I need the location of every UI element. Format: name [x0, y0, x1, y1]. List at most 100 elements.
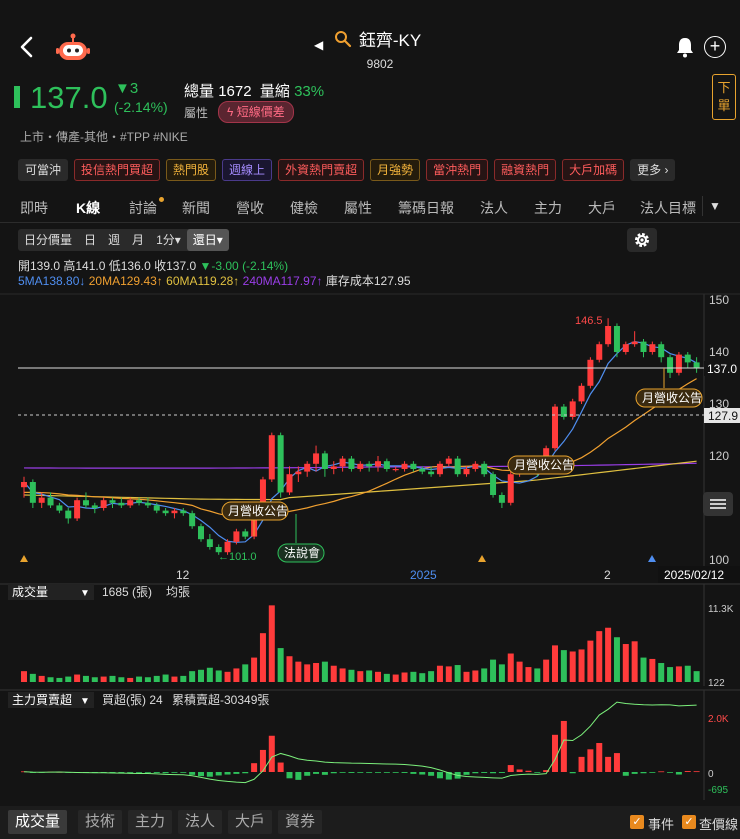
tab-main-force[interactable]: 主力	[534, 198, 562, 218]
mainforce-bar	[516, 769, 523, 772]
btab-volume[interactable]: 成交量	[8, 810, 68, 834]
ma60-legend: 60MA119.28↑	[166, 274, 240, 288]
tab-big-holder[interactable]: 大戶	[588, 198, 616, 218]
mainforce-bar	[233, 772, 240, 774]
volume-bar	[277, 648, 284, 682]
candle	[498, 495, 505, 503]
ctl-adjust[interactable]: 還日▾	[186, 229, 229, 251]
candle	[622, 344, 629, 352]
candle	[507, 474, 514, 503]
chip-daytrade-hot[interactable]: 當沖熱門	[426, 159, 489, 181]
kline-chart[interactable]: 137.0 127.9 150140130120110100 146.5 ←10…	[0, 288, 740, 808]
event-revenue-3-label: 月營收公告	[642, 391, 702, 405]
volume-bar	[321, 661, 328, 682]
bell-icon[interactable]	[675, 36, 695, 58]
candle	[392, 469, 399, 471]
robot-assistant-icon[interactable]	[56, 32, 90, 62]
event-revenue-3[interactable]: 月營收公告	[635, 368, 703, 408]
chip-trust-buy[interactable]: 投信熱門買超	[74, 159, 161, 181]
volume-bar	[136, 676, 143, 682]
volume-panel-select[interactable]: 成交量	[12, 584, 48, 599]
tab-institutional[interactable]: 法人	[480, 198, 508, 218]
event-revenue-2[interactable]: 月營收公告	[507, 455, 575, 475]
events-checkbox[interactable]: ✓	[630, 815, 644, 829]
add-watchlist-icon[interactable]: +	[704, 36, 726, 58]
event-revenue-2-label: 月營收公告	[514, 458, 574, 472]
dropdown-icon: ▼	[80, 588, 90, 599]
btab-institutional[interactable]: 法人	[178, 810, 223, 834]
volume-bar	[180, 675, 187, 682]
mainforce-bar	[693, 771, 700, 773]
tab-attribute[interactable]: 屬性	[344, 198, 372, 218]
volume-bar	[206, 667, 213, 682]
candle	[348, 458, 355, 469]
tab-target-price[interactable]: 法人目標	[640, 198, 696, 218]
attribute-badge[interactable]: ϟ 短線價差	[218, 101, 294, 123]
volume-bar	[649, 658, 656, 682]
mainforce-bar	[525, 770, 532, 772]
chip-foreign-sell[interactable]: 外資熱門賣超	[278, 159, 365, 181]
chip-above-weekly[interactable]: 週線上	[222, 159, 273, 181]
mainforce-panel-select[interactable]: 主力買賣超	[12, 692, 72, 707]
order-button[interactable]: 下單	[712, 74, 736, 120]
lightning-icon: ϟ	[227, 105, 234, 119]
event-investor-conf[interactable]: 法說會	[277, 514, 325, 563]
candle	[419, 469, 426, 472]
btab-big-holder[interactable]: 大戶	[228, 810, 273, 834]
scroll-handle-icon[interactable]	[703, 492, 733, 516]
btab-technical[interactable]: 技術	[78, 810, 123, 834]
mainforce-bar	[649, 772, 656, 773]
events-checkbox-label: 事件	[648, 817, 675, 832]
tab-discussion[interactable]: 討論	[129, 197, 164, 218]
price-indicator-bar	[14, 86, 20, 108]
chip-day-trade[interactable]: 可當沖	[18, 159, 69, 181]
tab-chip-report[interactable]: 籌碼日報	[398, 198, 454, 218]
volume-bar	[153, 675, 160, 682]
tab-revenue[interactable]: 營收	[236, 198, 264, 218]
mainforce-bar	[507, 765, 514, 772]
priceline-checkbox[interactable]: ✓	[682, 815, 696, 829]
chip-big-holder-add[interactable]: 大戶加碼	[562, 159, 625, 181]
candle	[38, 497, 45, 503]
tab-kline[interactable]: K線	[76, 198, 100, 218]
volume-bar	[21, 671, 27, 682]
tab-health[interactable]: 健檢	[290, 198, 318, 218]
candle	[481, 463, 488, 475]
tab-menu-icon[interactable]: ▼	[702, 196, 727, 216]
stock-title[interactable]: 鈺齊-KY 9802	[300, 26, 460, 71]
chip-monthly-strong[interactable]: 月強勢	[370, 159, 421, 181]
mainforce-bar	[277, 762, 284, 772]
volume-bar	[410, 671, 417, 682]
btab-margin[interactable]: 資券	[278, 810, 323, 834]
candle	[321, 453, 328, 469]
tab-realtime[interactable]: 即時	[20, 198, 48, 218]
candle	[640, 341, 647, 352]
back-icon[interactable]	[16, 34, 38, 60]
mainforce-bar	[534, 772, 541, 773]
volume-mode-select[interactable]: 均張	[166, 585, 190, 599]
ohlc-close: 收137.0	[154, 259, 197, 273]
volume-bar	[534, 668, 541, 682]
ctl-minute[interactable]: 1分▾	[150, 229, 187, 251]
price-change: ▼3	[115, 80, 139, 97]
chip-more[interactable]: 更多 ›	[630, 159, 676, 181]
candle	[339, 458, 346, 467]
ctl-week[interactable]: 週	[102, 229, 126, 251]
ctl-day[interactable]: 日	[78, 229, 102, 251]
ctl-price-volume[interactable]: 日分價量	[18, 229, 78, 251]
market-info: 上市・傳產-其他・#TPP #NIKE	[20, 130, 188, 144]
gear-icon[interactable]	[627, 228, 657, 252]
chip-margin-hot[interactable]: 融資熱門	[494, 159, 557, 181]
chip-hot-stock[interactable]: 熱門股	[166, 159, 217, 181]
volume-bar	[91, 677, 98, 682]
mainforce-bar	[189, 772, 196, 775]
volume-panel-header: 成交量 ▼ 1685 (張) 均張	[8, 584, 190, 600]
ctl-month[interactable]: 月	[126, 229, 150, 251]
volume-bar	[357, 671, 364, 682]
mainforce-bar	[383, 772, 390, 773]
btab-main-force[interactable]: 主力	[128, 810, 173, 834]
volume-bar	[295, 661, 302, 682]
volume-bar	[560, 650, 567, 682]
tab-news[interactable]: 新聞	[182, 198, 210, 218]
mainforce-bar	[578, 756, 585, 772]
